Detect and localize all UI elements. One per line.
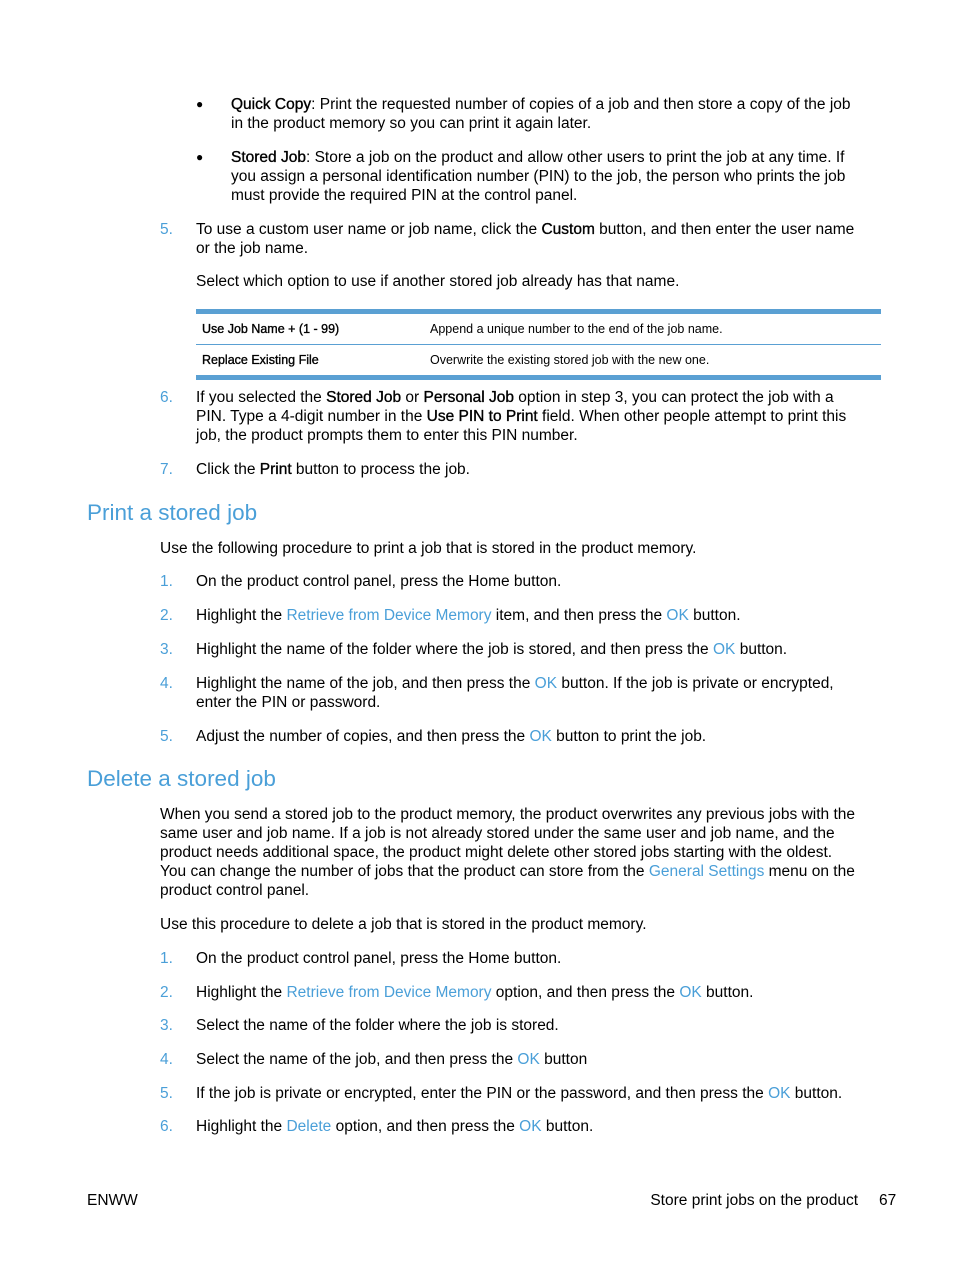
- step-number: 5.: [160, 1085, 173, 1102]
- step7-text: Click the Print button to process the jo…: [196, 461, 470, 478]
- print-intro: Use the following procedure to print a j…: [160, 540, 697, 557]
- link-general-settings[interactable]: General Settings: [649, 863, 764, 880]
- footer-left: ENWW: [87, 1192, 138, 1209]
- delete-step-2: Highlight the Retrieve from Device Memor…: [196, 984, 754, 1001]
- delete-intro: Use this procedure to delete a job that …: [160, 916, 647, 933]
- link-ok[interactable]: OK: [713, 641, 735, 658]
- link-retrieve-from-device-memory[interactable]: Retrieve from Device Memory: [286, 607, 491, 624]
- link-ok[interactable]: OK: [768, 1085, 790, 1102]
- bullet-quick-copy: Quick Copy: Print the requested number o…: [231, 96, 851, 113]
- delete-para-line4: You can change the number of jobs that t…: [160, 863, 855, 880]
- bullet-stored-job-line3: must provide the required PIN at the con…: [231, 187, 578, 204]
- link-ok[interactable]: OK: [535, 675, 557, 692]
- step-number: 5.: [160, 728, 173, 745]
- step-number: 3.: [160, 641, 173, 658]
- bullet-icon: ●: [196, 97, 204, 111]
- delete-step-1: On the product control panel, press the …: [196, 950, 562, 967]
- print-step-4: Highlight the name of the job, and then …: [196, 675, 834, 692]
- step-number: 1.: [160, 573, 173, 590]
- link-ok[interactable]: OK: [666, 607, 688, 624]
- delete-para-line1: When you send a stored job to the produc…: [160, 806, 855, 823]
- delete-step-5: If the job is private or encrypted, ente…: [196, 1085, 843, 1102]
- bullet-quick-copy-line2: in the product memory so you can print i…: [231, 115, 592, 132]
- link-delete[interactable]: Delete: [286, 1118, 331, 1135]
- section-heading-print: Print a stored job: [87, 500, 258, 525]
- delete-para-line3: product needs additional space, the prod…: [160, 844, 833, 861]
- delete-step-3: Select the name of the folder where the …: [196, 1017, 559, 1034]
- print-step-2: Highlight the Retrieve from Device Memor…: [196, 607, 741, 624]
- link-ok[interactable]: OK: [529, 728, 551, 745]
- table-description: Overwrite the existing stored job with t…: [430, 353, 710, 367]
- table-option: Replace Existing File: [202, 353, 319, 367]
- step6-line3: job, the product prompts them to enter t…: [196, 427, 578, 444]
- footer-section-title: Store print jobs on the product: [650, 1192, 858, 1209]
- link-ok[interactable]: OK: [679, 984, 701, 1001]
- step5-text: To use a custom user name or job name, c…: [196, 221, 855, 238]
- page-number: 67: [879, 1192, 897, 1209]
- bullet-stored-job: Stored Job: Store a job on the product a…: [231, 149, 845, 166]
- step6-line1: If you selected the Stored Job or Person…: [196, 389, 834, 406]
- step-number: 6.: [160, 1118, 173, 1135]
- delete-step-4: Select the name of the job, and then pre…: [196, 1051, 588, 1068]
- step-number: 6.: [160, 389, 173, 406]
- step-number: 4.: [160, 675, 173, 692]
- table-bottom-rule: [196, 375, 881, 380]
- print-step-4-line2: enter the PIN or password.: [196, 694, 381, 711]
- link-retrieve-from-device-memory[interactable]: Retrieve from Device Memory: [286, 984, 491, 1001]
- print-step-3: Highlight the name of the folder where t…: [196, 641, 788, 658]
- table-description: Append a unique number to the end of the…: [430, 322, 723, 336]
- step-number: 5.: [160, 221, 173, 238]
- table-row: Use Job Name + (1 - 99) Append a unique …: [196, 314, 881, 344]
- link-ok[interactable]: OK: [517, 1051, 539, 1068]
- delete-para-line2: same user and job name. If a job is not …: [160, 825, 835, 842]
- step-number: 2.: [160, 607, 173, 624]
- step-number: 3.: [160, 1017, 173, 1034]
- print-step-1: On the product control panel, press the …: [196, 573, 562, 590]
- section-heading-delete: Delete a stored job: [87, 766, 276, 791]
- step-number: 2.: [160, 984, 173, 1001]
- table-row: Replace Existing File Overwrite the exis…: [196, 345, 881, 375]
- delete-para-line5: product control panel.: [160, 882, 310, 899]
- print-step-5: Adjust the number of copies, and then pr…: [196, 728, 707, 745]
- step-number: 4.: [160, 1051, 173, 1068]
- step6-line2: PIN. Type a 4-digit number in the Use PI…: [196, 408, 847, 425]
- step5-note: Select which option to use if another st…: [196, 273, 680, 290]
- delete-step-6: Highlight the Delete option, and then pr…: [196, 1118, 594, 1135]
- step-number: 1.: [160, 950, 173, 967]
- options-table: Use Job Name + (1 - 99) Append a unique …: [196, 309, 881, 380]
- step5-line2: or the job name.: [196, 240, 309, 257]
- bullet-icon: ●: [196, 150, 204, 164]
- step-number: 7.: [160, 461, 173, 478]
- table-option: Use Job Name + (1 - 99): [202, 322, 340, 336]
- bullet-stored-job-line2: you assign a personal identification num…: [231, 168, 846, 185]
- link-ok[interactable]: OK: [519, 1118, 541, 1135]
